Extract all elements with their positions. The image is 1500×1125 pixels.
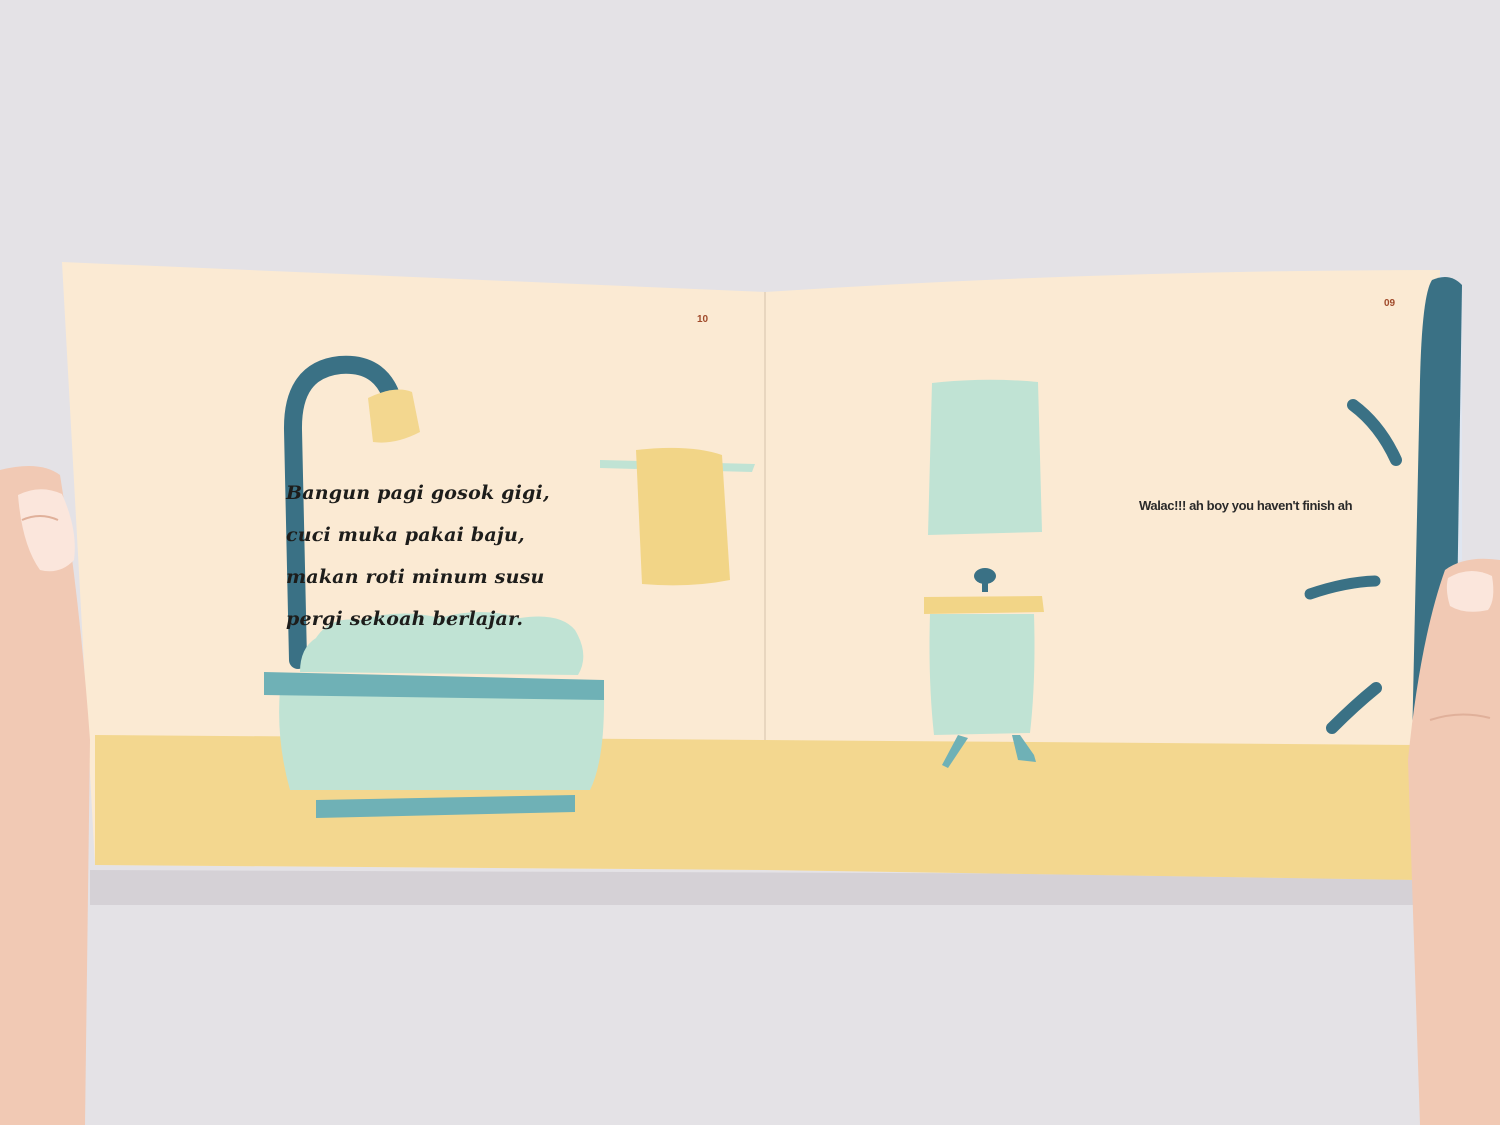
speech-text: Walac!!! ah boy you haven't finish ah bbox=[1139, 498, 1353, 513]
right-page-number: 09 bbox=[1384, 298, 1396, 309]
left-hand bbox=[0, 466, 90, 1125]
scene-illustration bbox=[0, 262, 1500, 1125]
left-page-number: 10 bbox=[697, 314, 709, 325]
floor-right bbox=[765, 740, 1420, 880]
verse-line: cuci muka pakai baju, bbox=[286, 524, 525, 546]
verse-line: pergi sekoah berlajar. bbox=[286, 608, 524, 630]
mirror-icon bbox=[928, 379, 1042, 535]
bathtub-icon bbox=[264, 612, 605, 818]
nursery-rhyme-verse: Bangun pagi gosok gigi, cuci muka pakai … bbox=[286, 472, 550, 640]
photo-frame: 10 09 Bangun pagi gosok gigi, cuci muka … bbox=[0, 0, 1500, 1125]
verse-line: Bangun pagi gosok gigi, bbox=[286, 482, 550, 504]
verse-line: makan roti minum susu bbox=[286, 566, 545, 588]
